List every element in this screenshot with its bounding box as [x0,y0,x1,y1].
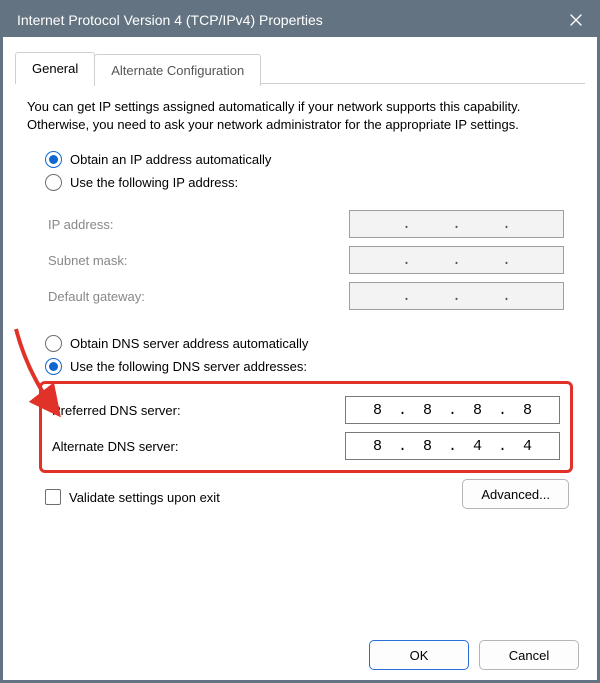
field-label: Default gateway: [48,289,145,304]
field-alternate-dns: Alternate DNS server: 8. 8. 4. 4 [52,428,560,464]
dns-group: Obtain DNS server address automatically … [45,335,573,473]
field-subnet-mask: Subnet mask: . . . [48,242,564,278]
radio-icon[interactable] [45,174,62,191]
radio-obtain-dns-auto[interactable]: Obtain DNS server address automatically [45,335,573,352]
field-label: Alternate DNS server: [52,439,178,454]
tab-alternate-configuration[interactable]: Alternate Configuration [94,54,261,86]
checkbox-label: Validate settings upon exit [69,490,220,505]
tab-general[interactable]: General [15,52,95,84]
dns-highlight: Preferred DNS server: 8. 8. 8. 8 Alterna… [39,381,573,473]
field-label: IP address: [48,217,114,232]
advanced-button[interactable]: Advanced... [462,479,569,509]
subnet-mask-input: . . . [349,246,564,274]
radio-label: Obtain DNS server address automatically [70,336,308,351]
cancel-button[interactable]: Cancel [479,640,579,670]
tab-row: General Alternate Configuration [15,51,585,84]
field-default-gateway: Default gateway: . . . [48,278,564,314]
dialog-content: You can get IP settings assigned automat… [3,84,597,523]
field-ip-address: IP address: . . . [48,206,564,242]
radio-use-ip-manual[interactable]: Use the following IP address: [45,174,573,191]
radio-icon[interactable] [45,151,62,168]
radio-icon[interactable] [45,358,62,375]
alternate-dns-input[interactable]: 8. 8. 4. 4 [345,432,560,460]
radio-label: Obtain an IP address automatically [70,152,271,167]
titlebar: Internet Protocol Version 4 (TCP/IPv4) P… [3,3,597,37]
checkbox-icon[interactable] [45,489,61,505]
dialog-footer: OK Cancel [369,640,579,670]
ok-button[interactable]: OK [369,640,469,670]
close-icon[interactable] [567,11,585,29]
radio-icon[interactable] [45,335,62,352]
radio-label: Use the following IP address: [70,175,238,190]
default-gateway-input: . . . [349,282,564,310]
preferred-dns-input[interactable]: 8. 8. 8. 8 [345,396,560,424]
ip-fields: IP address: . . . Subnet mask: . . . D [39,197,573,327]
radio-label: Use the following DNS server addresses: [70,359,307,374]
ip-group: Obtain an IP address automatically Use t… [45,151,573,327]
window-title: Internet Protocol Version 4 (TCP/IPv4) P… [17,12,323,28]
field-preferred-dns: Preferred DNS server: 8. 8. 8. 8 [52,392,560,428]
radio-obtain-ip-auto[interactable]: Obtain an IP address automatically [45,151,573,168]
intro-text: You can get IP settings assigned automat… [27,98,573,133]
field-label: Preferred DNS server: [52,403,181,418]
radio-use-dns-manual[interactable]: Use the following DNS server addresses: [45,358,573,375]
ip-address-input: . . . [349,210,564,238]
field-label: Subnet mask: [48,253,128,268]
